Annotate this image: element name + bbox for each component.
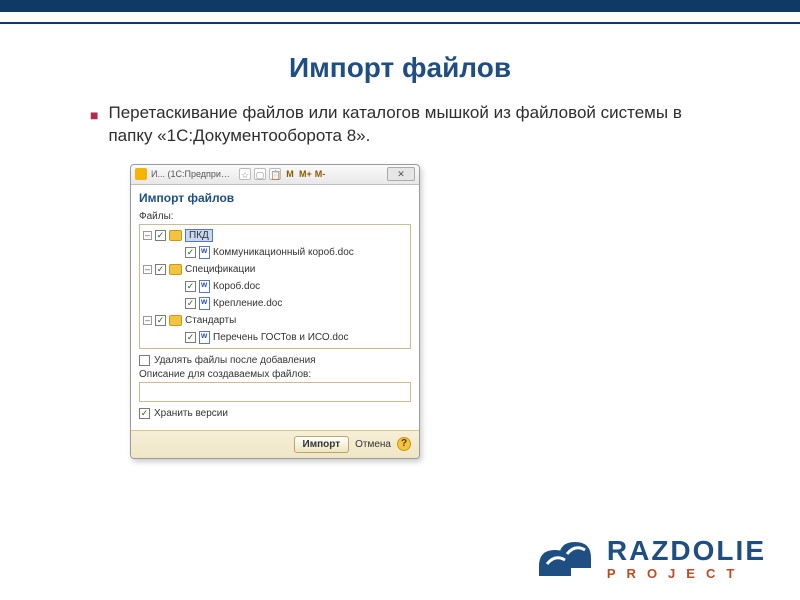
tree-toggle-icon[interactable]: – [143,265,152,274]
m-button[interactable]: M [284,168,296,180]
tree-row[interactable]: – Спецификации [143,261,407,278]
tree-checkbox[interactable] [185,298,196,309]
dialog-title: Импорт файлов [139,191,411,205]
titlebar-tool-icons: ☆ ▢ 📋 M M+ M- [239,168,326,180]
m-plus-button[interactable]: M+ [299,168,311,180]
cancel-button[interactable]: Отмена [355,439,391,450]
m-minus-button[interactable]: M- [314,168,326,180]
toolbar-icon[interactable]: ☆ [239,168,251,180]
tree-label[interactable]: Спецификации [185,264,255,275]
file-tree[interactable]: – ПКДКоммуникационный короб.doc – Специфика… [139,224,411,349]
bullet-marker-icon: ■ [90,106,98,148]
tree-label[interactable]: Перечень ГОСТов и ИСО.doc [213,332,349,343]
delete-after-label: Удалять файлы после добавления [154,355,316,366]
logo-1c-icon [135,168,147,180]
description-label: Описание для создаваемых файлов: [139,369,411,380]
toolbar-icon[interactable]: 📋 [269,168,281,180]
tree-row[interactable]: Перечень ГОСТов и ИСО.doc [143,329,407,346]
brand-logo-icon [535,536,595,580]
brand-text: RAZDOLIE PROJECT [607,537,766,580]
top-accent-line [0,22,800,24]
tree-row[interactable]: Крепление.doc [143,295,407,312]
tree-checkbox[interactable] [155,264,166,275]
description-input[interactable] [139,382,411,402]
dialog-body: Импорт файлов Файлы: – ПКДКоммуникационны… [131,185,419,430]
tree-checkbox[interactable] [185,281,196,292]
tree-row[interactable]: – Стандарты [143,312,407,329]
delete-after-row[interactable]: Удалять файлы после добавления [139,355,411,366]
doc-icon [199,331,210,344]
doc-icon [199,280,210,293]
tree-label[interactable]: ПКД [185,229,213,242]
tree-toggle-icon[interactable]: – [143,316,152,325]
tree-checkbox[interactable] [155,230,166,241]
tree-checkbox[interactable] [185,247,196,258]
delete-after-checkbox[interactable] [139,355,150,366]
window-titlebar[interactable]: И... (1С:Предприятие) ☆ ▢ 📋 M M+ M- ✕ [131,165,419,185]
doc-icon [199,297,210,310]
tree-label[interactable]: Крепление.doc [213,298,282,309]
bullet-text: Перетаскивание файлов или каталогов мышк… [108,102,710,148]
folder-icon [169,264,182,275]
tree-checkbox[interactable] [155,315,166,326]
folder-icon [169,315,182,326]
top-color-bar [0,0,800,12]
tree-label[interactable]: Короб.doc [213,281,260,292]
app-window: И... (1С:Предприятие) ☆ ▢ 📋 M M+ M- ✕ Им… [130,164,420,459]
brand-name: RAZDOLIE [607,537,766,565]
files-label: Файлы: [139,211,411,222]
doc-icon [199,246,210,259]
slide-title: Импорт файлов [0,52,800,84]
tree-checkbox[interactable] [185,332,196,343]
window-close-button[interactable]: ✕ [387,167,415,181]
store-versions-checkbox[interactable] [139,408,150,419]
tree-row[interactable]: – ПКД [143,227,407,244]
tree-toggle-icon[interactable]: – [143,231,152,240]
dialog-footer: Импорт Отмена ? [131,430,419,458]
brand-block: RAZDOLIE PROJECT [535,536,766,580]
window-title: И... (1С:Предприятие) [151,169,231,179]
brand-subtitle: PROJECT [607,567,766,580]
import-button[interactable]: Импорт [294,436,350,453]
store-versions-label: Хранить версии [154,408,228,419]
tree-row[interactable]: Коммуникационный короб.doc [143,244,407,261]
folder-icon [169,230,182,241]
tree-row[interactable]: Короб.doc [143,278,407,295]
help-icon[interactable]: ? [397,437,411,451]
toolbar-icon[interactable]: ▢ [254,168,266,180]
tree-label[interactable]: Коммуникационный короб.doc [213,247,354,258]
store-versions-row[interactable]: Хранить версии [139,408,411,419]
tree-label[interactable]: Стандарты [185,315,236,326]
bullet-item: ■ Перетаскивание файлов или каталогов мы… [90,102,710,148]
